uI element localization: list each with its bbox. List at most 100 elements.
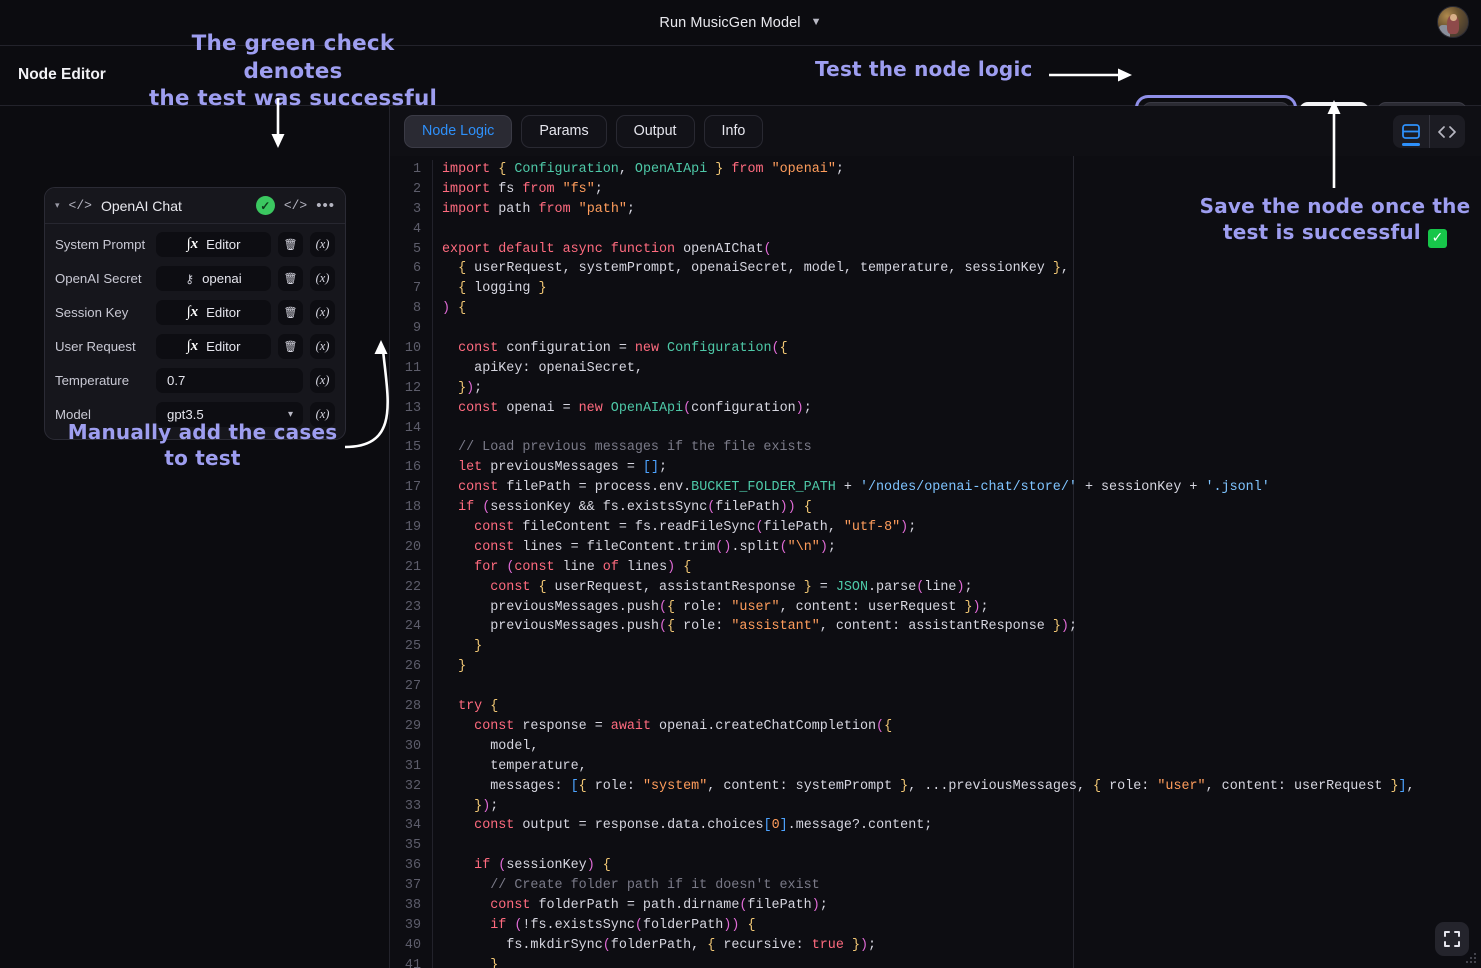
code-text: import fs from "fs";	[432, 180, 603, 200]
line-number: 25	[390, 637, 432, 657]
code-line: 32 messages: [{ role: "system", content:…	[390, 777, 1481, 797]
code-line: 24 previousMessages.push({ role: "assist…	[390, 617, 1481, 637]
code-line: 13 const openai = new OpenAIApi(configur…	[390, 399, 1481, 419]
code-text: // Create folder path if it doesn't exis…	[432, 876, 820, 896]
node-field-text-control[interactable]: 0.7	[156, 368, 303, 393]
code-text: const openai = new OpenAIApi(configurati…	[432, 399, 812, 419]
line-number: 35	[390, 836, 432, 856]
line-number: 19	[390, 518, 432, 538]
node-field-secret-control[interactable]: ⚷openai	[156, 266, 271, 291]
line-number: 3	[390, 200, 432, 220]
code-viewer[interactable]: 1import { Configuration, OpenAIApi } fro…	[390, 156, 1481, 968]
expression-toggle-button[interactable]: (x)	[310, 266, 335, 291]
code-text	[432, 836, 442, 856]
tab-params[interactable]: Params	[521, 115, 606, 148]
code-text: const response = await openai.createChat…	[432, 717, 892, 737]
code-line: 21 for (const line of lines) {	[390, 558, 1481, 578]
code-line: 19 const fileContent = fs.readFileSync(f…	[390, 518, 1481, 538]
line-number: 7	[390, 279, 432, 299]
line-number: 15	[390, 438, 432, 458]
node-field-label: System Prompt	[55, 237, 149, 252]
line-number: 13	[390, 399, 432, 419]
split-view-toggle[interactable]	[1393, 115, 1429, 148]
code-text: { logging }	[432, 279, 547, 299]
code-line: 25 }	[390, 637, 1481, 657]
expression-toggle-button[interactable]: (x)	[310, 232, 335, 257]
workflow-title: Run MusicGen Model	[659, 15, 800, 31]
code-text: const fileContent = fs.readFileSync(file…	[432, 518, 916, 538]
code-line: 20 const lines = fileContent.trim().spli…	[390, 538, 1481, 558]
code-line: 37 // Create folder path if it doesn't e…	[390, 876, 1481, 896]
code-icon[interactable]: </>	[69, 198, 92, 213]
tab-info[interactable]: Info	[704, 115, 764, 148]
line-number: 39	[390, 916, 432, 936]
node-field-value: Editor	[206, 339, 240, 354]
chevron-down-icon: ▾	[288, 409, 293, 420]
code-text: const output = response.data.choices[0].…	[432, 816, 932, 836]
node-field-row: User Request∫xEditor🗑(x)	[55, 334, 335, 359]
line-number: 28	[390, 697, 432, 717]
code-text: }	[432, 956, 498, 968]
code-line: 22 const { userRequest, assistantRespons…	[390, 578, 1481, 598]
success-check-icon: ✓	[256, 196, 275, 215]
node-field-fx-control[interactable]: ∫xEditor	[156, 232, 271, 257]
code-text: let previousMessages = [];	[432, 458, 667, 478]
workflow-title-dropdown[interactable]: Run MusicGen Model ▼	[659, 15, 821, 31]
code-line: 11 apiKey: openaiSecret,	[390, 359, 1481, 379]
code-view-toggle[interactable]	[1429, 115, 1466, 148]
code-text: import { Configuration, OpenAIApi } from…	[432, 160, 844, 180]
node-code-icon[interactable]: </>	[284, 198, 307, 213]
tab-output[interactable]: Output	[616, 115, 695, 148]
code-line: 10 const configuration = new Configurati…	[390, 339, 1481, 359]
code-text: messages: [{ role: "system", content: sy…	[432, 777, 1415, 797]
resize-grip[interactable]	[1466, 953, 1478, 965]
key-icon: ⚷	[185, 272, 194, 286]
code-line: 28 try {	[390, 697, 1481, 717]
code-line: 33 });	[390, 797, 1481, 817]
code-text	[432, 220, 442, 240]
expression-toggle-button[interactable]: (x)	[310, 368, 335, 393]
line-number: 8	[390, 299, 432, 319]
code-text: model,	[432, 737, 538, 757]
expression-toggle-button[interactable]: (x)	[310, 300, 335, 325]
delete-icon[interactable]: 🗑	[278, 232, 303, 257]
code-line: 36 if (sessionKey) {	[390, 856, 1481, 876]
delete-icon[interactable]: 🗑	[278, 334, 303, 359]
delete-icon[interactable]: 🗑	[278, 300, 303, 325]
collapse-caret-icon[interactable]: ▾	[55, 200, 60, 211]
line-number: 6	[390, 259, 432, 279]
editor-tabs: Node Logic Params Output Info	[390, 106, 1481, 156]
node-field-fx-control[interactable]: ∫xEditor	[156, 334, 271, 359]
code-line: 35	[390, 836, 1481, 856]
code-text: fs.mkdirSync(folderPath, { recursive: tr…	[432, 936, 876, 956]
view-mode-toggle[interactable]	[1393, 115, 1465, 148]
tab-node-logic[interactable]: Node Logic	[404, 115, 512, 148]
node-field-row: Temperature0.7(x)	[55, 368, 335, 393]
code-line: 27	[390, 677, 1481, 697]
annotation-test-logic: Test the node logic	[815, 57, 1033, 83]
node-field-list: System Prompt∫xEditor🗑(x)OpenAI Secret⚷o…	[45, 224, 345, 439]
code-line: 17 const filePath = process.env.BUCKET_F…	[390, 478, 1481, 498]
delete-icon[interactable]: 🗑	[278, 266, 303, 291]
node-field-row: Session Key ∫xEditor 🗑 (x)	[55, 300, 335, 325]
line-number: 29	[390, 717, 432, 737]
code-line: 7 { logging }	[390, 279, 1481, 299]
node-field-row: System Prompt ∫xEditor 🗑 (x)	[55, 232, 335, 257]
node-field-label: Session Key	[55, 305, 149, 320]
line-number: 23	[390, 598, 432, 618]
code-line: 16 let previousMessages = [];	[390, 458, 1481, 478]
line-number: 10	[390, 339, 432, 359]
page-title: Node Editor	[18, 66, 106, 84]
node-field-value: Editor	[206, 237, 240, 252]
app-root: Run MusicGen Model ▼ Node Editor Test No…	[0, 0, 1481, 968]
more-options-icon[interactable]: •••	[316, 197, 335, 214]
code-text: if (sessionKey) {	[432, 856, 611, 876]
line-number: 30	[390, 737, 432, 757]
line-number: 24	[390, 617, 432, 637]
expression-toggle-button[interactable]: (x)	[310, 334, 335, 359]
avatar[interactable]	[1437, 6, 1469, 38]
fullscreen-icon[interactable]	[1435, 922, 1469, 956]
code-text: });	[432, 797, 498, 817]
node-field-fx-control[interactable]: ∫xEditor	[156, 300, 271, 325]
line-number: 33	[390, 797, 432, 817]
